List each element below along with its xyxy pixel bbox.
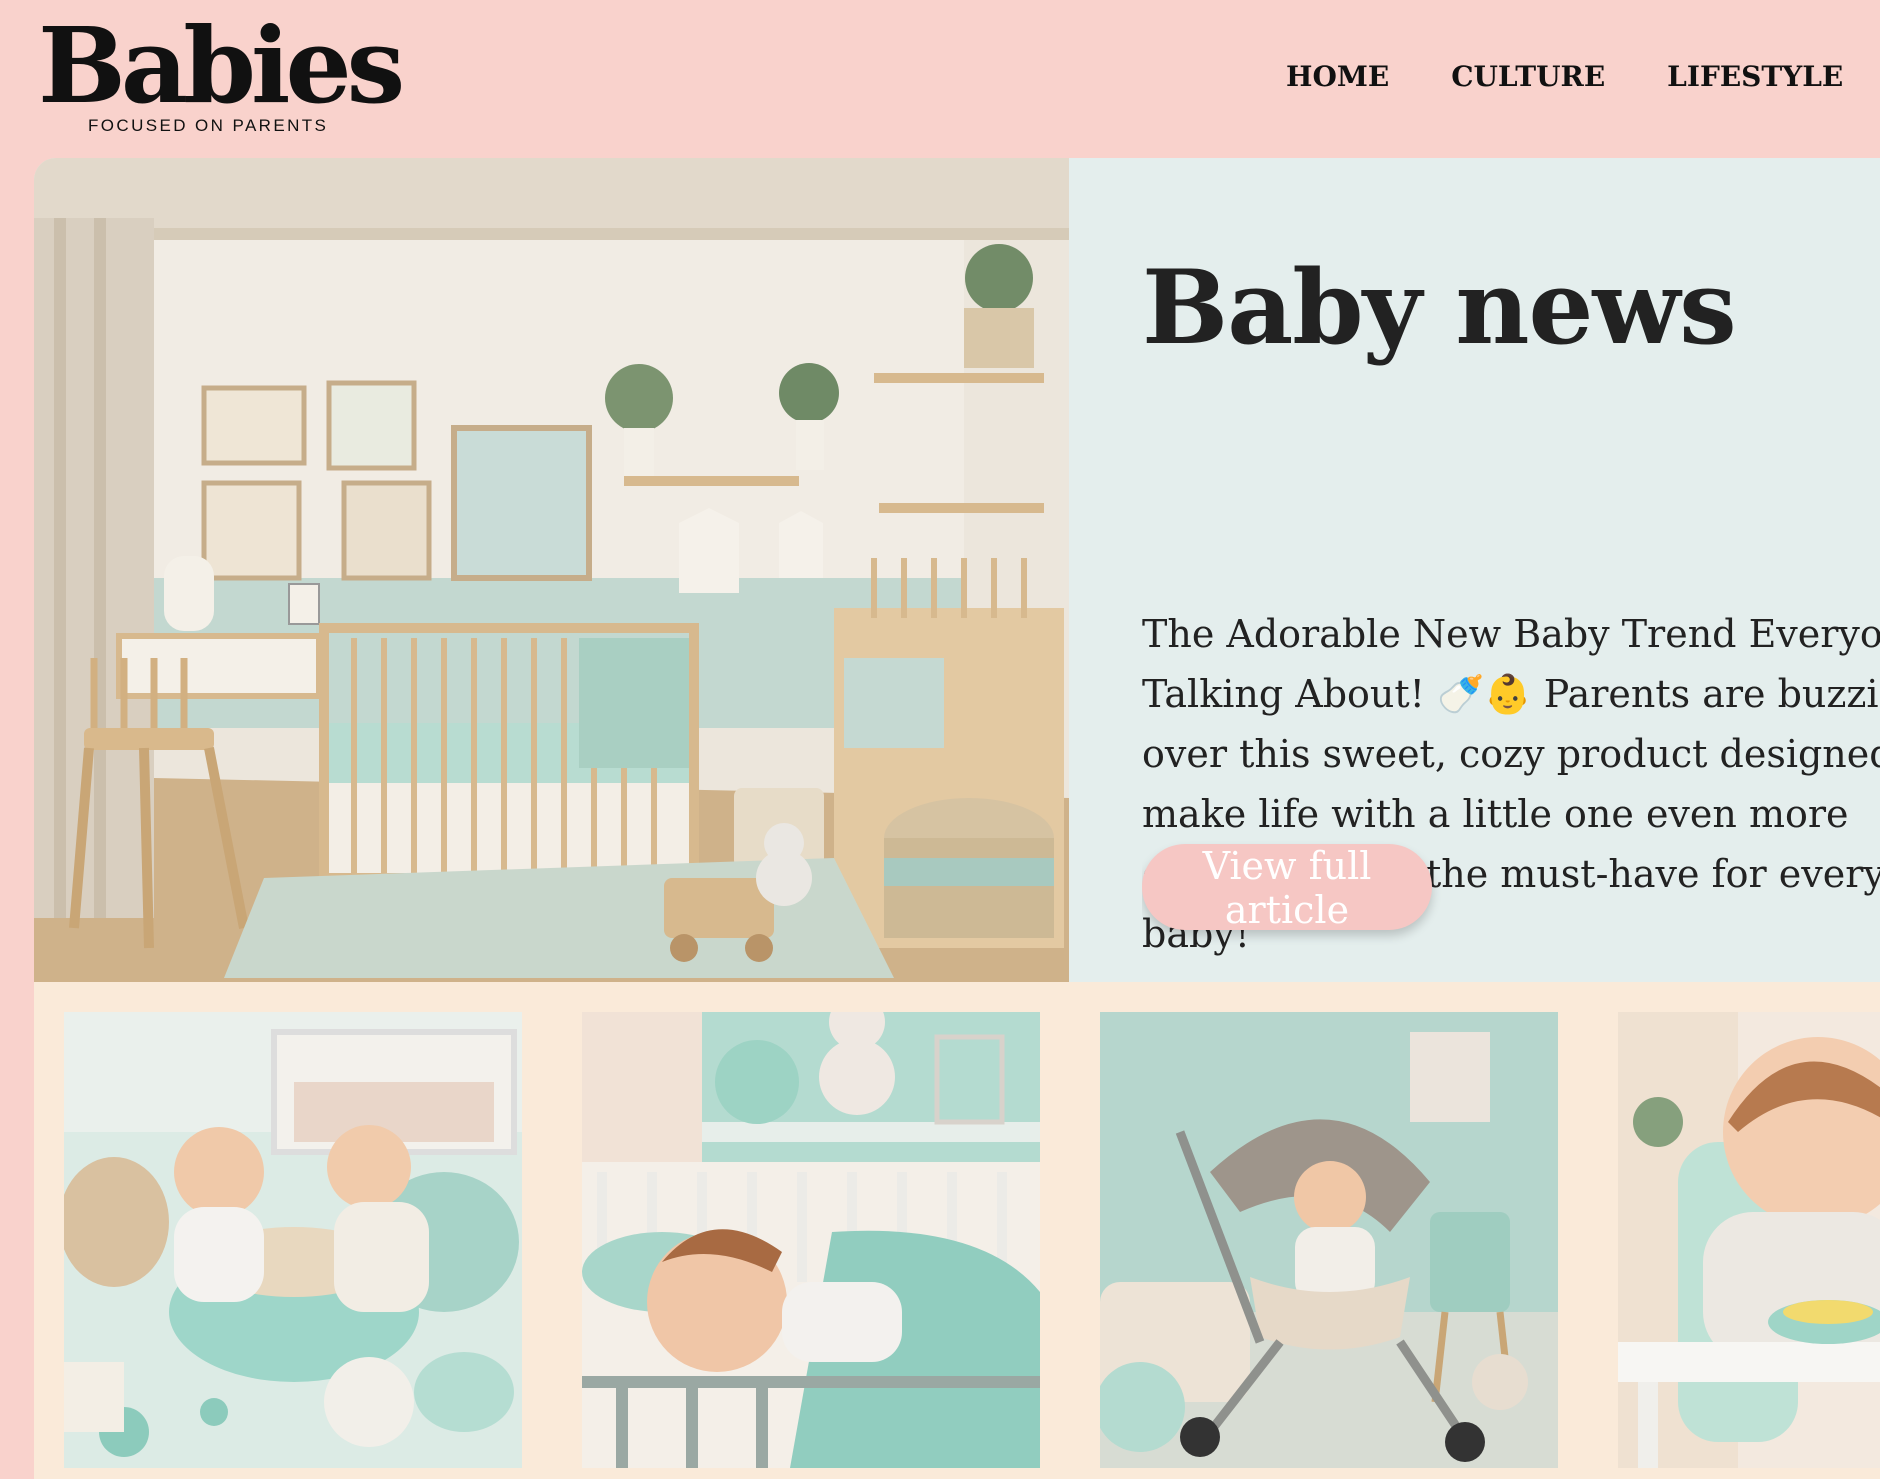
image-gallery xyxy=(34,982,1880,1479)
main-nav: HOME CULTURE LIFESTYLE xyxy=(1286,60,1880,100)
nav-item-lifestyle[interactable]: LIFESTYLE xyxy=(1667,60,1843,93)
logo-title: Babies xyxy=(38,4,405,127)
gallery-card-playing-babies[interactable] xyxy=(64,1012,522,1468)
sleeping-baby-image xyxy=(582,1012,1040,1468)
stroller-baby-image xyxy=(1100,1012,1558,1468)
hero-content: Baby news The Adorable New Baby Trend Ev… xyxy=(1142,158,1880,982)
hero-title: Baby news xyxy=(1142,248,1737,368)
gallery-card-feeding-baby[interactable] xyxy=(1618,1012,1880,1468)
site-logo[interactable]: Babies FOCUSED ON PARENTS xyxy=(38,4,405,136)
babies-playing-image xyxy=(64,1012,522,1468)
nav-item-home[interactable]: HOME xyxy=(1286,60,1389,93)
gallery-card-sleeping-baby[interactable] xyxy=(582,1012,1040,1468)
view-article-button[interactable]: View full article xyxy=(1142,844,1432,932)
logo-tagline: FOCUSED ON PARENTS xyxy=(88,116,329,135)
nav-item-culture[interactable]: CULTURE xyxy=(1451,60,1605,93)
site-header: Babies FOCUSED ON PARENTS HOME CULTURE L… xyxy=(0,0,1880,158)
gallery-card-stroller-baby[interactable] xyxy=(1100,1012,1558,1468)
feeding-baby-image xyxy=(1618,1012,1880,1468)
hero-section: Baby news The Adorable New Baby Trend Ev… xyxy=(34,158,1880,982)
hero-nursery-image xyxy=(34,158,1069,982)
